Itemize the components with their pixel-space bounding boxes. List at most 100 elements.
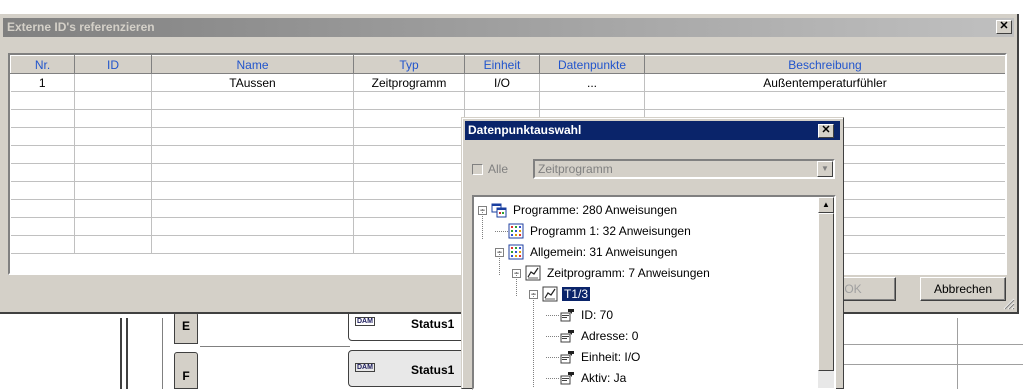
column-header-beschreibung[interactable]: Beschreibung xyxy=(644,55,1005,74)
table-cell[interactable] xyxy=(74,181,152,200)
scroll-up-icon[interactable]: ▲ xyxy=(818,197,834,213)
background-column-border xyxy=(120,318,128,389)
table-cell[interactable] xyxy=(10,217,75,236)
table-cell[interactable] xyxy=(353,181,465,200)
table-cell[interactable] xyxy=(74,145,152,164)
table-cell[interactable]: Zeitprogramm xyxy=(353,73,465,92)
close-button[interactable]: ✕ xyxy=(996,20,1012,34)
tree-connector xyxy=(546,335,559,337)
table-cell[interactable] xyxy=(151,91,354,110)
tree-node-label[interactable]: Allgemein: 31 Anweisungen xyxy=(528,245,679,259)
datapoint-tree[interactable]: ▲ − Programme: 280 Anweisungen Programm 1:… xyxy=(472,195,836,390)
tree-node-label[interactable]: Programme: 280 Anweisungen xyxy=(511,203,679,217)
table-cell[interactable] xyxy=(74,91,152,110)
table-cell[interactable] xyxy=(353,217,465,236)
column-header-datenpunkte[interactable]: Datenpunkte xyxy=(539,55,645,74)
column-header-nr[interactable]: Nr. xyxy=(10,55,75,74)
tree-node[interactable]: Einheit: I/O xyxy=(546,348,642,366)
alle-checkbox[interactable] xyxy=(472,163,483,175)
table-cell[interactable] xyxy=(353,91,465,110)
tree-node-label[interactable]: ID: 70 xyxy=(579,308,615,322)
table-cell[interactable] xyxy=(353,109,465,128)
table-cell[interactable] xyxy=(10,163,75,182)
table-cell[interactable] xyxy=(74,109,152,128)
tree-connector xyxy=(533,293,535,388)
table-cell[interactable] xyxy=(151,109,354,128)
table-cell[interactable] xyxy=(151,181,354,200)
table-cell[interactable] xyxy=(353,127,465,146)
table-cell[interactable] xyxy=(10,145,75,164)
dam-icon: DAM xyxy=(355,363,375,372)
table-cell[interactable] xyxy=(151,163,354,182)
table-cell[interactable]: TAussen xyxy=(151,73,354,92)
tree-scrollbar[interactable]: ▲ xyxy=(818,197,834,388)
table-cell[interactable] xyxy=(151,145,354,164)
tree-connector xyxy=(499,251,501,275)
property-icon xyxy=(560,309,574,322)
table-cell[interactable] xyxy=(353,199,465,218)
tree-node-label[interactable]: Programm 1: 32 Anweisungen xyxy=(528,224,693,238)
table-cell[interactable] xyxy=(353,163,465,182)
tree-node-label[interactable]: Zeitprogramm: 7 Anweisungen xyxy=(545,266,712,280)
table-cell[interactable] xyxy=(74,127,152,146)
table-cell[interactable] xyxy=(151,235,354,254)
tree-node-label[interactable]: Einheit: I/O xyxy=(579,350,642,364)
column-header-name[interactable]: Name xyxy=(151,55,354,74)
type-select[interactable]: Zeitprogramm ▼ xyxy=(533,159,835,179)
tree-node[interactable]: − Allgemein: 31 Anweisungen xyxy=(495,243,679,261)
table-cell[interactable] xyxy=(151,217,354,236)
tree-node[interactable]: − Zeitprogramm: 7 Anweisungen xyxy=(512,264,712,282)
tree-node[interactable]: − T1/3 xyxy=(529,285,591,303)
table-cell[interactable] xyxy=(10,181,75,200)
table-cell[interactable] xyxy=(74,217,152,236)
alle-checkbox-group[interactable]: Alle xyxy=(472,161,508,177)
chevron-down-icon[interactable]: ▼ xyxy=(817,161,833,177)
resize-grip-icon[interactable] xyxy=(1003,298,1015,310)
column-header-einheit[interactable]: Einheit xyxy=(464,55,540,74)
tree-node[interactable]: ID: 70 xyxy=(546,306,615,324)
table-row[interactable] xyxy=(10,91,1005,110)
tree-node[interactable]: Programm 1: 32 Anweisungen xyxy=(495,222,693,240)
table-cell[interactable]: 1 xyxy=(10,73,75,92)
table-cell[interactable] xyxy=(74,73,152,92)
table-cell[interactable] xyxy=(539,91,645,110)
scroll-thumb[interactable] xyxy=(818,213,834,371)
table-cell[interactable] xyxy=(10,235,75,254)
column-header-id[interactable]: ID xyxy=(74,55,152,74)
timer-icon xyxy=(542,286,558,302)
table-row[interactable]: 1 TAussen Zeitprogramm I/O... Außentemperatu… xyxy=(10,73,1005,92)
tree-node[interactable]: Adresse: 0 xyxy=(546,327,640,345)
background-row-e[interactable]: E xyxy=(174,312,198,344)
cancel-button[interactable]: Abbrechen xyxy=(920,277,1006,301)
table-cell[interactable] xyxy=(151,199,354,218)
table-cell[interactable] xyxy=(464,91,540,110)
tree-node[interactable]: − Programme: 280 Anweisungen xyxy=(478,201,679,219)
table-cell[interactable] xyxy=(10,91,75,110)
background-grid xyxy=(837,318,1023,389)
table-cell[interactable]: ... xyxy=(539,73,645,92)
table-cell[interactable] xyxy=(74,163,152,182)
table-cell[interactable]: I/O xyxy=(464,73,540,92)
background-row-f[interactable]: F xyxy=(174,352,198,389)
tree-connector xyxy=(546,314,559,316)
column-header-typ[interactable]: Typ xyxy=(353,55,465,74)
tree-node-label[interactable]: T1/3 xyxy=(562,287,591,301)
table-cell[interactable] xyxy=(10,199,75,218)
table-cell[interactable] xyxy=(74,199,152,218)
tree-connector xyxy=(495,230,508,232)
table-cell[interactable] xyxy=(151,127,354,146)
table-cell[interactable] xyxy=(10,109,75,128)
tree-node[interactable]: Aktiv: Ja xyxy=(546,369,628,387)
table-cell[interactable] xyxy=(74,235,152,254)
dam-icon: DAM xyxy=(355,317,375,326)
dp-close-button[interactable]: ✕ xyxy=(818,124,834,138)
table-cell[interactable] xyxy=(353,145,465,164)
table-cell[interactable]: Außentemperaturfühler xyxy=(644,73,1005,92)
property-icon xyxy=(560,372,574,385)
tree-node-label[interactable]: Aktiv: Ja xyxy=(579,371,628,385)
tree-node-label[interactable]: Adresse: 0 xyxy=(579,329,640,343)
background-status-block-2[interactable]: DAM Status1 xyxy=(348,350,468,387)
table-cell[interactable] xyxy=(10,127,75,146)
table-cell[interactable] xyxy=(644,91,1005,110)
table-cell[interactable] xyxy=(353,235,465,254)
